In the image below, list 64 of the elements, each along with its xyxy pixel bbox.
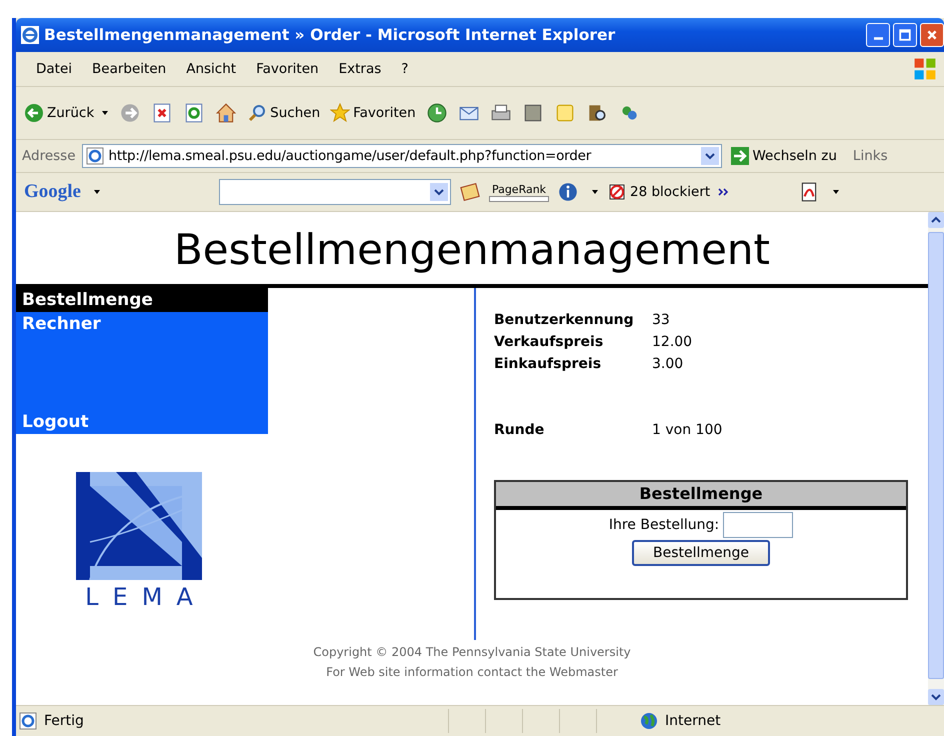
close-button[interactable] (920, 23, 944, 47)
scroll-down-icon[interactable] (928, 689, 944, 705)
star-icon (330, 103, 350, 123)
google-logo[interactable]: Google (24, 181, 81, 203)
minimize-icon (874, 37, 882, 40)
page-icon (18, 711, 38, 731)
search-button[interactable]: Suchen (247, 103, 320, 123)
close-icon (926, 29, 938, 41)
field-label: Verkaufspreis (494, 334, 604, 350)
field-value: 12.00 (652, 334, 694, 350)
blocked-icon (607, 182, 627, 202)
back-button[interactable]: Zurück (24, 103, 110, 123)
field-label: Einkaufspreis (494, 356, 602, 372)
search-field[interactable] (219, 179, 451, 205)
nav-link[interactable]: Rechner (16, 312, 268, 336)
dropdown-icon[interactable] (591, 188, 599, 196)
nav-link[interactable]: Logout (16, 410, 268, 434)
links-label[interactable]: Links (852, 148, 888, 164)
address-label: Adresse (22, 148, 76, 164)
field-value: 3.00 (652, 356, 684, 372)
security-zone: Internet (665, 713, 721, 729)
field-value: 1 von 100 (652, 422, 724, 438)
menu-item[interactable]: Favoriten (246, 61, 329, 77)
menu-item[interactable]: Datei (26, 61, 82, 77)
minimize-button[interactable] (866, 23, 890, 47)
stop-icon[interactable] (151, 102, 174, 124)
popup-blocker-button[interactable]: 28 blockiert (607, 182, 710, 202)
maximize-button[interactable] (893, 23, 917, 47)
menu-item[interactable]: ? (391, 61, 418, 77)
field-label: Runde (494, 422, 546, 438)
menu-item[interactable]: Extras (328, 61, 392, 77)
menu-item[interactable]: Ansicht (176, 61, 246, 77)
submit-button[interactable]: Bestellmenge (632, 540, 770, 566)
dropdown-icon[interactable] (832, 188, 840, 196)
status-text: Fertig (44, 713, 85, 729)
maximize-icon (899, 29, 911, 41)
info-icon[interactable] (557, 181, 579, 203)
go-button[interactable]: Wechseln zu (730, 146, 837, 166)
logo-text: LEMA (85, 582, 207, 613)
window-title: Bestellmengenmanagement » Order - Microsoft Internet Explorer (44, 26, 616, 44)
caret-icon (101, 109, 110, 117)
dropdown-icon[interactable] (430, 183, 448, 201)
field-value: 33 (652, 312, 671, 328)
footer-text: For Web site information contact the Webmaster (326, 664, 618, 681)
dropdown-icon[interactable] (700, 147, 718, 165)
menu-item[interactable]: Bearbeiten (82, 61, 176, 77)
globe-icon (639, 711, 659, 731)
scroll-up-icon[interactable] (928, 212, 944, 228)
favorites-button[interactable]: Favoriten (330, 103, 416, 123)
browser-icon (20, 25, 40, 45)
windows-logo-icon (912, 56, 938, 82)
panel-title: Bestellmenge (496, 482, 906, 510)
home-icon[interactable] (215, 102, 238, 124)
order-label: Ihre Bestellung: (608, 517, 720, 533)
footer-text: Copyright © 2004 The Pennsylvania State University (313, 644, 631, 661)
page-icon (84, 146, 104, 166)
field-label: Benutzerkennung (494, 312, 635, 328)
address-field[interactable]: http://lema.smeal.psu.edu/auctiongame/user/default.php?function=order (82, 144, 722, 168)
search-icon (247, 103, 268, 123)
dropdown-icon[interactable] (93, 188, 101, 196)
order-input[interactable] (723, 512, 794, 538)
chevron-icon[interactable] (718, 187, 730, 197)
nav-link[interactable]: Bestellmenge (16, 288, 268, 312)
pagerank-indicator: PageRank (489, 182, 549, 202)
